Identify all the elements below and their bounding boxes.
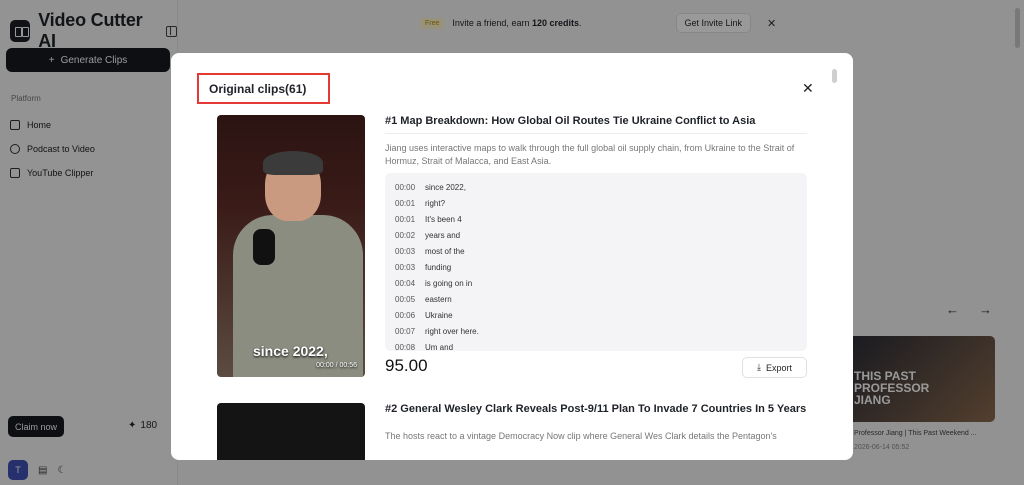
transcript-row[interactable]: 00:01 right? <box>395 195 797 211</box>
transcript-row[interactable]: 00:06 Ukraine <box>395 307 797 323</box>
download-icon: ⤓ <box>757 362 761 372</box>
modal-title-highlight: Original clips(61) <box>197 73 330 104</box>
clip-video-player[interactable] <box>217 403 365 460</box>
export-button[interactable]: ⤓ Export <box>742 357 807 378</box>
modal-title: Original clips(61) <box>209 81 307 96</box>
transcript-row[interactable]: 00:08 Um and <box>395 339 797 352</box>
speaker-hair <box>263 151 323 175</box>
transcript-row[interactable]: 00:01 It's been 4 <box>395 211 797 227</box>
divider <box>385 133 807 134</box>
clip-video-player[interactable]: since 2022, 00:00 / 00:56 <box>217 115 365 377</box>
transcript-row[interactable]: 00:03 most of the <box>395 243 797 259</box>
close-icon[interactable]: ✕ <box>802 80 814 97</box>
modal-scrollbar[interactable] <box>832 69 837 83</box>
export-label: Export <box>765 362 792 373</box>
transcript-panel[interactable]: 00:00 since 2022, 00:01 right? 00:01 It's b… <box>385 173 807 351</box>
transcript-row[interactable]: 00:03 funding <box>395 259 797 275</box>
video-caption: since 2022, <box>253 343 328 359</box>
transcript-row[interactable]: 00:05 eastern <box>395 291 797 307</box>
original-clips-modal: Original clips(61) ✕ since 2022, 00:00 /… <box>171 53 853 460</box>
transcript-row[interactable]: 00:07 right over here. <box>395 323 797 339</box>
clip-description: The hosts react to a vintage Democracy N… <box>385 431 777 441</box>
clip-description: Jiang uses interactive maps to walk thro… <box>385 143 795 166</box>
video-timestamp: 00:00 / 00:56 <box>316 362 357 369</box>
clip-score: 95.00 <box>385 356 428 375</box>
transcript-row[interactable]: 00:00 since 2022, <box>395 179 797 195</box>
clip-title: #2 General Wesley Clark Reveals Post-9/1… <box>385 403 807 415</box>
clip-title: #1 Map Breakdown: How Global Oil Routes … <box>385 115 756 127</box>
microphone-icon <box>253 229 275 265</box>
transcript-row[interactable]: 00:02 years and <box>395 227 797 243</box>
transcript-row[interactable]: 00:04 is going on in <box>395 275 797 291</box>
